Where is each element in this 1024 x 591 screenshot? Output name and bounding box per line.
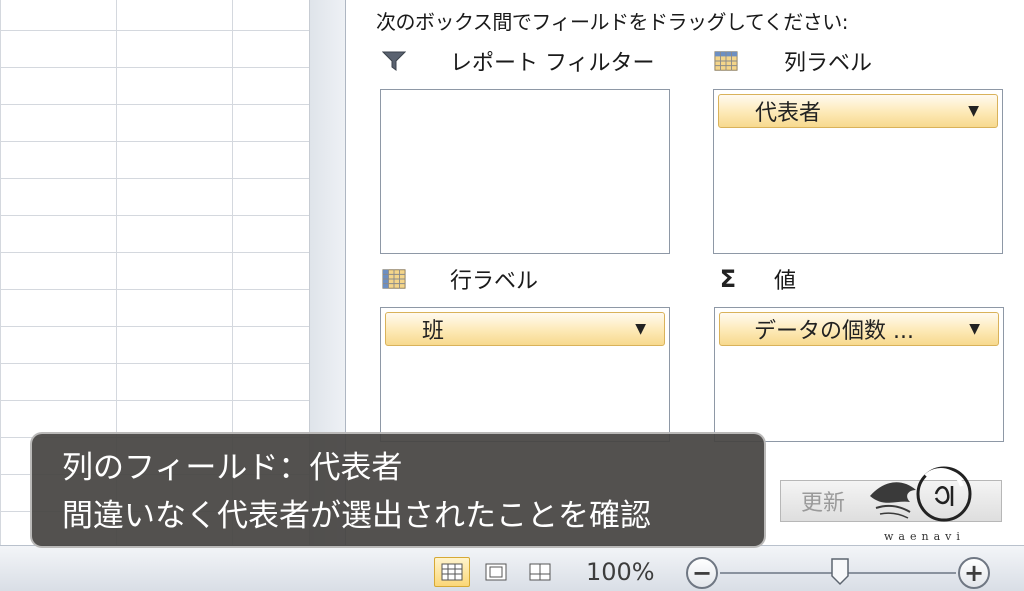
zoom-out-button[interactable]: − [686, 557, 718, 589]
caption-line-2: 間違いなく代表者が選出されたことを確認 [62, 498, 651, 534]
page-layout-view-button[interactable] [478, 557, 514, 587]
report-filter-header: レポート フィルター [382, 44, 655, 78]
values-drop-box[interactable]: データの個数 ... ▼ [714, 307, 1004, 442]
grid-view-icon [441, 563, 463, 581]
page-layout-icon [485, 563, 507, 581]
status-bar: 100% − + [0, 545, 1024, 591]
page-break-view-button[interactable] [522, 557, 558, 587]
table-icon [382, 267, 406, 291]
dropdown-arrow-icon[interactable]: ▼ [635, 321, 646, 337]
logo-text: waenavi [884, 530, 965, 543]
values-header: Σ 値 [716, 262, 796, 296]
drag-instruction-text: 次のボックス間でフィールドをドラッグしてください: [376, 10, 849, 34]
row-labels-drop-box[interactable]: 班 ▼ [380, 307, 670, 442]
field-chip-group[interactable]: 班 ▼ [385, 312, 665, 346]
dropdown-arrow-icon[interactable]: ▼ [968, 103, 979, 119]
field-chip-label: 代表者 [755, 101, 822, 126]
subtitle-caption: 列のフィールド：代表者 間違いなく代表者が選出されたことを確認 [30, 432, 766, 548]
column-labels-label: 列ラベル [784, 51, 873, 76]
field-chip-count[interactable]: データの個数 ... ▼ [719, 312, 999, 346]
field-chip-label: 班 [422, 319, 445, 344]
values-label: 値 [774, 269, 797, 294]
dropdown-arrow-icon[interactable]: ▼ [969, 321, 980, 337]
field-chip-label: データの個数 ... [754, 319, 914, 344]
report-filter-drop-box[interactable] [380, 89, 670, 254]
sigma-icon: Σ [719, 265, 737, 293]
field-chip-representative[interactable]: 代表者 ▼ [718, 94, 998, 128]
caption-line-1: 列のフィールド：代表者 [62, 450, 403, 486]
row-labels-label: 行ラベル [450, 269, 539, 294]
minus-icon: − [691, 559, 713, 587]
zoom-slider-thumb[interactable] [830, 558, 850, 586]
filter-icon [382, 49, 406, 73]
zoom-level[interactable]: 100% [586, 558, 655, 586]
column-labels-header: 列ラベル [714, 44, 872, 78]
page-break-icon [529, 563, 551, 581]
normal-view-button[interactable] [434, 557, 470, 587]
plus-icon: + [963, 559, 985, 587]
row-labels-header: 行ラベル [382, 262, 538, 296]
table-icon [714, 49, 738, 73]
zoom-in-button[interactable]: + [958, 557, 990, 589]
column-labels-drop-box[interactable]: 代表者 ▼ [713, 89, 1003, 254]
report-filter-label: レポート フィルター [450, 51, 655, 76]
